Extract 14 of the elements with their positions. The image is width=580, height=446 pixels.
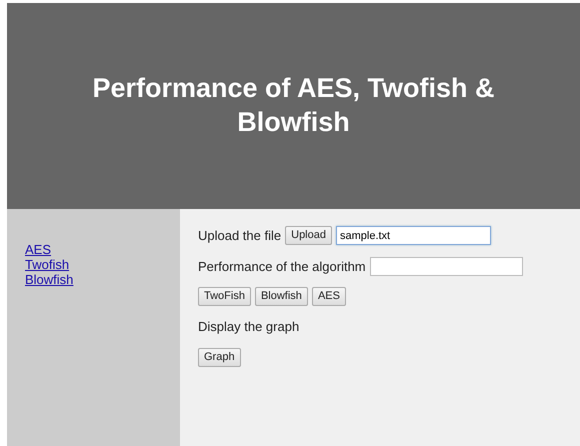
algorithm-button[interactable]: AES — [312, 287, 346, 306]
sidebar-link[interactable]: Blowfish — [25, 272, 74, 287]
performance-label: Performance of the algorithm — [198, 258, 366, 276]
upload-button[interactable]: Upload — [285, 226, 332, 246]
file-name-field[interactable]: sample.txt — [336, 226, 491, 246]
algorithm-button[interactable]: TwoFish — [198, 287, 251, 306]
performance-field[interactable] — [370, 256, 523, 276]
graph-label: Display the graph — [198, 318, 300, 336]
graph-button[interactable]: Graph — [198, 348, 241, 366]
page-title: Performance of AES, Twofish & Blowfish — [91, 72, 496, 139]
sidebar-link[interactable]: Twofish — [25, 257, 70, 272]
sidebar-link[interactable]: AES — [25, 242, 52, 257]
upload-label: Upload the file — [198, 227, 282, 245]
algorithm-button[interactable]: Blowfish — [254, 287, 308, 306]
